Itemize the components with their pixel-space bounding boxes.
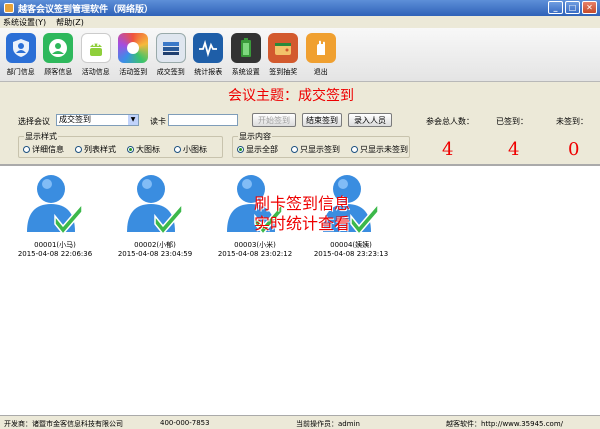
close-button[interactable]: ✕ [582, 1, 597, 14]
display-style-title: 显示样式 [24, 131, 58, 142]
display-style-group: 显示样式 详细信息 列表样式 大图标 小图标 [18, 131, 223, 158]
unsigned-count: 0 [568, 139, 580, 160]
menu-bar: 系统设置(Y) 帮助(Z) [0, 16, 600, 28]
total-count: 4 [442, 139, 454, 160]
toolbar-exit[interactable]: 退出 [302, 28, 340, 82]
stack-icon [155, 33, 186, 63]
toolbar-settings[interactable]: 系统设置 [227, 28, 265, 82]
display-content-group: 显示内容 显示全部 只显示签到 只显示未签到 [232, 131, 410, 158]
meeting-topic: 会议主题：成交签到 [228, 88, 354, 104]
meeting-select[interactable]: 成交签到 ▼ [56, 114, 139, 126]
end-checkin-button[interactable]: 结束签到 [302, 113, 342, 127]
chevron-down-icon[interactable]: ▼ [128, 115, 138, 125]
android-icon [80, 33, 111, 63]
radio-detail[interactable]: 详细信息 [23, 144, 64, 155]
radio-show-all[interactable]: 显示全部 [237, 144, 278, 155]
signed-label: 已签到： [496, 117, 528, 126]
phone-text: 400-000-7853 [160, 419, 210, 427]
radio-show-signed[interactable]: 只显示签到 [291, 144, 340, 155]
minimize-button[interactable]: _ [548, 1, 563, 14]
toolbar-lottery[interactable]: 签到抽奖 [265, 28, 303, 82]
maximize-button[interactable]: □ [565, 1, 580, 14]
status-bar: 开发商：诸暨市金客信息科技有限公司 400-000-7853 当前操作员：adm… [0, 415, 600, 429]
toolbar-department[interactable]: 部门信息 [2, 28, 40, 82]
toolbar-report[interactable]: 统计报表 [190, 28, 228, 82]
signed-count: 4 [508, 139, 520, 160]
radio-list[interactable]: 列表样式 [75, 144, 116, 155]
app-icon [4, 3, 14, 13]
title-bar: 越客会议签到管理软件（网络版） _ □ ✕ [0, 0, 600, 16]
radio-large-icon[interactable]: 大图标 [127, 144, 160, 155]
list-item[interactable]: 00001(小马) 2015-04-08 22:06:36 [14, 172, 96, 258]
toolbar-customer[interactable]: 顾客信息 [40, 28, 78, 82]
toolbar-activity-checkin[interactable]: 活动签到 [115, 28, 153, 82]
exit-hand-icon [305, 33, 336, 63]
list-item[interactable]: 00002(小郁) 2015-04-08 23:04:59 [114, 172, 196, 258]
control-panel: 会议主题：成交签到 选择会议 成交签到 ▼ 读卡 开始签到 结束签到 录入人员 … [0, 82, 600, 166]
start-checkin-button[interactable]: 开始签到 [252, 113, 296, 127]
battery-icon [230, 33, 261, 63]
window-title: 越客会议签到管理软件（网络版） [18, 4, 154, 15]
radio-show-unsigned[interactable]: 只显示未签到 [351, 144, 408, 155]
card-label: 读卡 [150, 117, 166, 126]
enter-people-button[interactable]: 录入人员 [348, 113, 392, 127]
shield-user-icon [5, 33, 36, 63]
menu-help[interactable]: 帮助(Z) [56, 17, 84, 28]
toolbar-activity[interactable]: 活动信息 [77, 28, 115, 82]
display-content-title: 显示内容 [238, 131, 272, 142]
menu-system[interactable]: 系统设置(Y) [3, 17, 46, 28]
toolbar-deal-checkin[interactable]: 成交签到 [152, 28, 190, 82]
user-checked-icon [27, 175, 83, 236]
operator-text: 当前操作员：admin [296, 420, 360, 428]
wallet-icon [268, 33, 299, 63]
user-checked-icon [127, 175, 183, 236]
developer-text: 开发商：诸暨市金客信息科技有限公司 [4, 420, 123, 428]
website-text: 越客软件：http://www.35945.com/ [446, 420, 564, 428]
colorful-ring-icon [118, 33, 149, 63]
person-badge-icon [43, 33, 74, 63]
toolbar: 部门信息 顾客信息 活动信息 活动签到 成交签到 统计报表 系统设置 签到抽奖 … [0, 28, 600, 82]
promo-overlay: 刷卡签到信息 实时统计查看 [254, 194, 351, 233]
card-input[interactable] [168, 114, 238, 126]
total-label: 参会总人数： [426, 117, 474, 126]
pulse-chart-icon [193, 33, 224, 63]
radio-small-icon[interactable]: 小图标 [174, 144, 207, 155]
unsigned-label: 未签到： [556, 117, 588, 126]
select-meeting-label: 选择会议 [18, 117, 50, 126]
